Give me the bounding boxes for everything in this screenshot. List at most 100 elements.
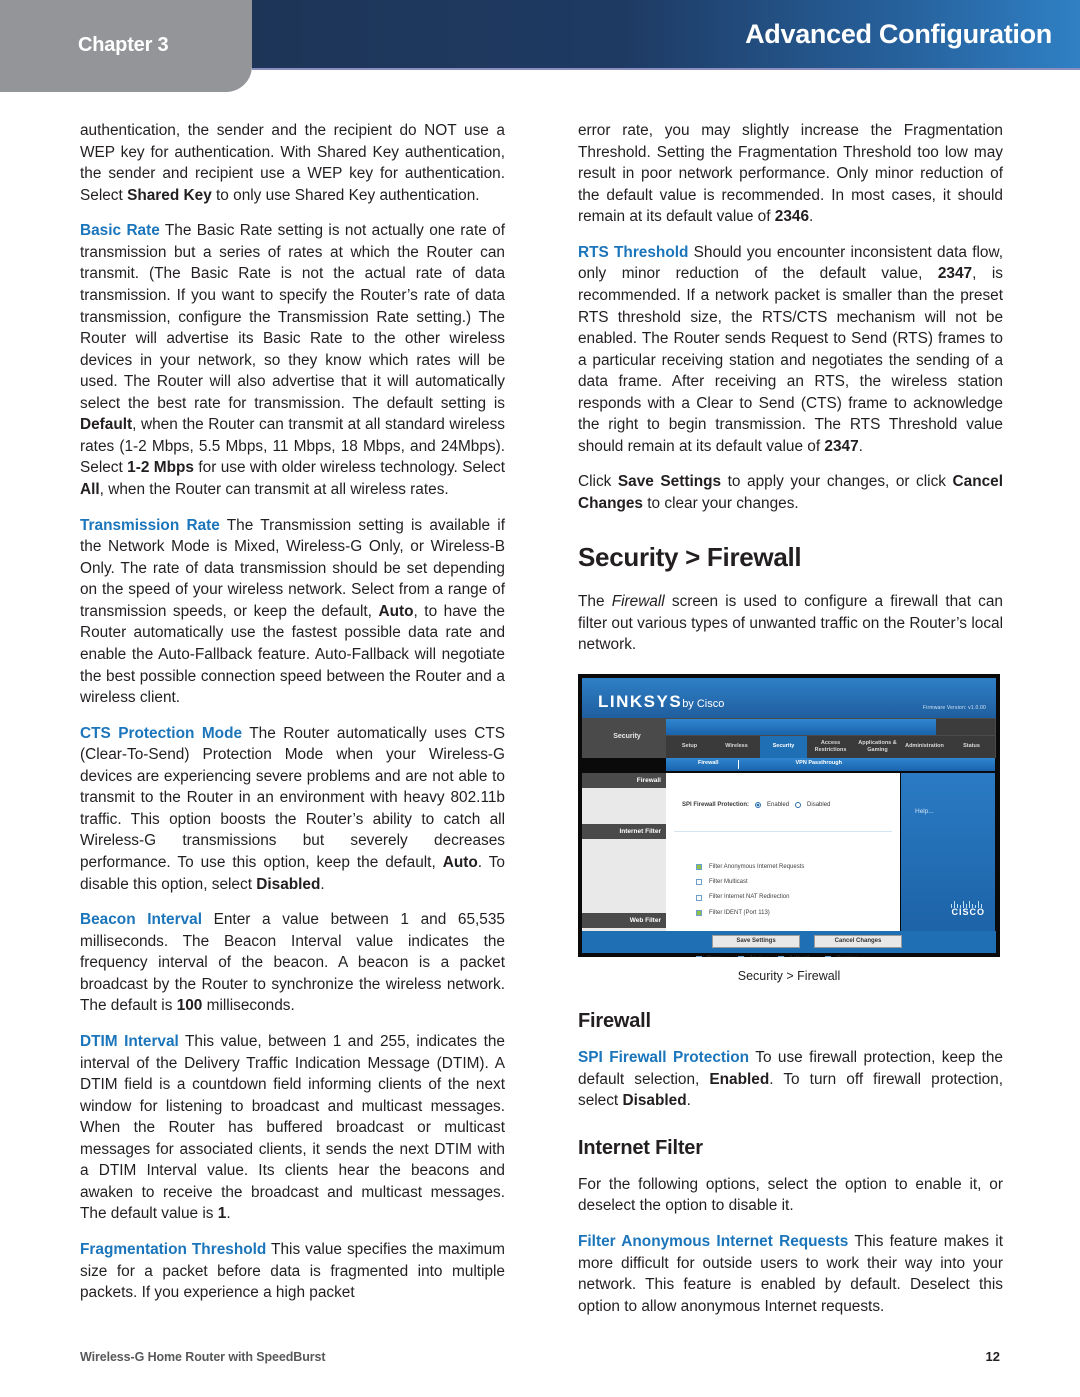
router-help-panel: Help... CISCO [901, 772, 995, 931]
text-run: to clear your changes. [643, 495, 799, 512]
tab-status[interactable]: Status [948, 743, 995, 750]
term-spi-firewall-protection: SPI Firewall Protection [578, 1049, 750, 1067]
checkbox-label: Proxy [707, 955, 722, 957]
internet-filter-options: Filter Anonymous Internet Requests Filte… [696, 863, 804, 925]
router-footer-bar: Save Settings Cancel Changes [582, 930, 996, 953]
chapter-label: Chapter 3 [78, 34, 169, 56]
checkbox-proxy[interactable] [696, 955, 702, 957]
firmware-version: Firmware Version: v1.0.00 [922, 704, 986, 711]
checkbox-label: ActiveX [789, 955, 809, 957]
page-footer: Wireless-G Home Router with SpeedBurst 1… [80, 1349, 1000, 1364]
tab-administration[interactable]: Administration [901, 743, 948, 750]
subtab-firewall[interactable]: Firewall [698, 760, 718, 768]
radio-disabled[interactable] [795, 801, 802, 808]
list-item: Java [738, 955, 762, 957]
router-main-panel: SPI Firewall Protection: Enabled Disable… [666, 772, 900, 957]
paragraph-dtim-interval: DTIM Interval This value, between 1 and … [80, 1031, 505, 1225]
figure-caption: Security > Firewall [737, 968, 841, 983]
checkbox-label: Filter IDENT (Port 113) [709, 909, 770, 916]
paragraph-save-settings: Click Save Settings to apply your change… [578, 471, 1003, 514]
term-transmission-rate: Transmission Rate [80, 516, 220, 534]
right-column: error rate, you may slightly increase th… [578, 120, 1003, 1317]
router-tab-strip: Setup Wireless Security Access Restricti… [666, 735, 995, 758]
checkbox-filter-multicast[interactable] [696, 879, 702, 886]
paragraph-fragmentation-continued: error rate, you may slightly increase th… [578, 120, 1003, 228]
text-run: . [809, 208, 814, 226]
text-run: milliseconds. [202, 997, 295, 1015]
term-basic-rate: Basic Rate [80, 222, 160, 240]
checkbox-label: Java [749, 955, 762, 957]
term-beacon-interval: Beacon Interval [80, 911, 202, 929]
tab-applications-gaming[interactable]: Applications & Gaming [854, 740, 901, 753]
cancel-changes-button[interactable]: Cancel Changes [814, 934, 902, 948]
heading-firewall: Firewall [578, 1010, 651, 1033]
checkbox-java[interactable] [738, 955, 745, 957]
list-item: Filter IDENT (Port 113) [696, 909, 804, 917]
text-bold: Save Settings [617, 473, 722, 491]
sidebar-heading-web-filter: Web Filter [582, 912, 666, 928]
text-bold: Enabled [709, 1070, 770, 1088]
list-item: ActiveX [778, 955, 809, 957]
term-dtim-interval: DTIM Interval [80, 1032, 179, 1050]
paragraph-cts-protection-mode: CTS Protection Mode The Router automatic… [80, 723, 505, 896]
text-bold: 100 [176, 997, 203, 1015]
footer-page-number: 12 [985, 1349, 1000, 1364]
list-item: Filter Internet NAT Redirection [696, 893, 804, 901]
checkbox-filter-anonymous[interactable] [696, 863, 702, 870]
cisco-logo: CISCO [951, 907, 985, 918]
text-run: to only use Shared Key authentication. [211, 186, 480, 204]
tab-security[interactable]: Security [760, 735, 807, 758]
checkbox-label: Cookies [836, 955, 858, 957]
paragraph-fragmentation-threshold: Fragmentation Threshold This value speci… [80, 1239, 505, 1304]
radio-enabled[interactable] [755, 801, 762, 808]
text-run: Click [578, 473, 618, 491]
text-run: . [858, 437, 863, 455]
list-item: Filter Anonymous Internet Requests [696, 863, 804, 871]
text-run: for use with older wireless technology. … [193, 459, 505, 477]
page-header: Advanced Configuration Chapter 3 [0, 0, 1080, 92]
term-cts-protection-mode: CTS Protection Mode [80, 724, 243, 742]
text-run: The Router automatically uses CTS (Clear… [80, 724, 505, 871]
router-model-bar-right [936, 718, 995, 735]
tab-wireless[interactable]: Wireless [713, 743, 760, 750]
router-left-sidebar: Firewall Internet Filter Web Filter [582, 772, 666, 931]
help-link[interactable]: Help... [915, 807, 934, 816]
paragraph-rts-threshold: RTS Threshold Should you encounter incon… [578, 242, 1003, 458]
paragraph-spi-firewall-protection: SPI Firewall Protection To use firewall … [578, 1047, 1003, 1112]
linksys-logo: LINKSYSby Cisco [598, 690, 724, 714]
checkbox-label: Filter Internet NAT Redirection [709, 894, 790, 901]
text-bold: Auto [378, 602, 414, 620]
save-settings-button[interactable]: Save Settings [712, 934, 800, 948]
subtab-vpn-passthrough[interactable]: VPN Passthrough [795, 760, 841, 768]
page-title: Advanced Configuration [745, 19, 1052, 49]
text-run: The [578, 592, 612, 610]
tab-access-restrictions[interactable]: Access Restrictions [807, 740, 854, 753]
tab-setup[interactable]: Setup [666, 743, 713, 750]
divider [674, 830, 892, 832]
router-model-bar [666, 718, 936, 735]
footer-product-name: Wireless-G Home Router with SpeedBurst [80, 1350, 326, 1364]
text-bold: Shared Key [127, 186, 212, 204]
checkbox-label: Filter Anonymous Internet Requests [709, 863, 805, 870]
router-subtab-strip: Firewall VPN Passthrough [666, 757, 995, 771]
text-run: . [686, 1092, 691, 1110]
list-item: Proxy [696, 955, 722, 957]
radio-enabled-label: Enabled [767, 801, 790, 808]
text-run: . [226, 1205, 231, 1223]
checkbox-cookies[interactable] [825, 955, 832, 957]
subtab-divider [738, 759, 740, 769]
checkbox-filter-ident[interactable] [696, 910, 702, 916]
checkbox-filter-nat-redirection[interactable] [696, 894, 702, 901]
paragraph-beacon-interval: Beacon Interval Enter a value between 1 … [80, 909, 505, 1017]
router-topbar: LINKSYSby Cisco Firmware Version: v1.0.0… [582, 677, 996, 718]
spi-firewall-row: SPI Firewall Protection: Enabled Disable… [682, 801, 886, 809]
text-bold: Disabled [622, 1092, 687, 1110]
header-underline [252, 68, 1080, 70]
spi-firewall-label: SPI Firewall Protection: [682, 801, 750, 808]
term-filter-anonymous-internet-requests: Filter Anonymous Internet Requests [578, 1232, 849, 1250]
checkbox-activex[interactable] [778, 955, 785, 957]
chapter-tab: Chapter 3 [0, 0, 252, 92]
text-bold: All [80, 481, 100, 498]
